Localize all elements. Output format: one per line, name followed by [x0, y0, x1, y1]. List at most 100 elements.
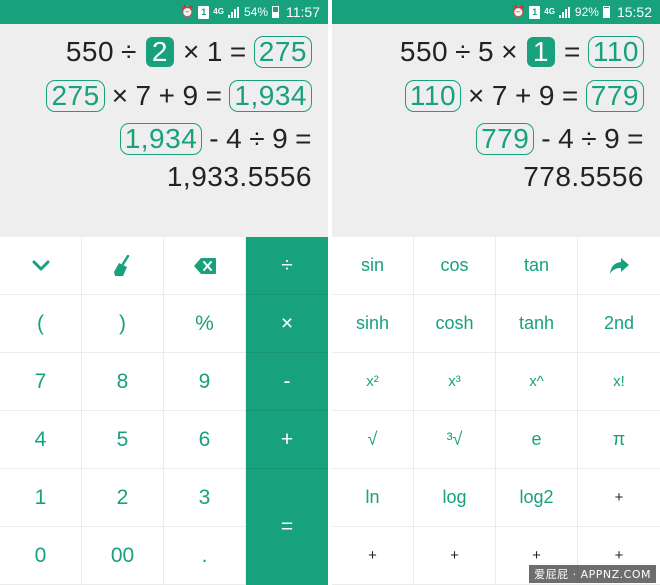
operator: ×	[182, 36, 200, 67]
cube-root-key[interactable]: ³√	[414, 411, 496, 469]
double-zero-key[interactable]: 00	[82, 527, 164, 585]
alarm-icon: ⏰	[511, 5, 526, 18]
digit-1-key[interactable]: 1	[0, 469, 82, 527]
power-key[interactable]: x^	[496, 353, 578, 411]
operand: 5	[477, 36, 495, 67]
share-arrow-icon	[610, 257, 629, 274]
equals-sign: =	[564, 36, 581, 67]
operator: ÷	[249, 123, 266, 154]
operator: ×	[111, 80, 129, 111]
clock: 15:52	[616, 4, 652, 20]
decimal-key[interactable]: .	[164, 527, 246, 585]
sim-icon: 1	[198, 5, 210, 19]
digit-9-key[interactable]: 9	[164, 353, 246, 411]
scientific-keypad: sin cos tan sinh cosh tanh 2nd x² x³ x^ …	[332, 237, 660, 585]
operand: 550	[65, 36, 115, 67]
operand: 7	[491, 80, 508, 111]
current-result: 1,933.5556	[166, 161, 312, 192]
operand: 4	[558, 123, 575, 154]
result-line: 778.5556	[523, 161, 644, 193]
operator: +	[514, 80, 532, 111]
square-key[interactable]: x²	[332, 353, 414, 411]
operand: 9	[272, 123, 289, 154]
log-key[interactable]: log	[414, 469, 496, 527]
collapse-key[interactable]	[0, 237, 82, 295]
operator: -	[209, 123, 220, 154]
expression-line-1: 550 ÷ 5 × 1 = 110	[400, 36, 644, 68]
expression-display: 550 ÷ 5 × 1 = 110 110 × 7 + 9 = 779 779 …	[332, 24, 660, 237]
operand: 550	[399, 36, 449, 67]
status-bar: ⏰ 1 4G 92% 15:52	[332, 0, 660, 24]
tan-key[interactable]: tan	[496, 237, 578, 295]
add-custom-key[interactable]: +	[578, 469, 660, 527]
network-type-label: 4G	[213, 7, 224, 16]
digit-0-key[interactable]: 0	[0, 527, 82, 585]
expression-line-2: 110 × 7 + 9 = 779	[404, 80, 644, 112]
operator: ÷	[121, 36, 137, 67]
expression-display: 550 ÷ 2 × 1 = 275 275 × 7 + 9 = 1,934 1,…	[0, 24, 328, 237]
operand: 9	[538, 80, 555, 111]
add-custom-key[interactable]: +	[332, 527, 414, 585]
tanh-key[interactable]: tanh	[496, 295, 578, 353]
chevron-down-icon	[32, 260, 49, 270]
divide-key[interactable]: ÷	[246, 237, 328, 295]
calculator-basic-panel: ⏰ 1 4G 54% 11:57 550 ÷ 2 × 1 = 275 275 ×…	[0, 0, 328, 585]
sin-key[interactable]: sin	[332, 237, 414, 295]
cos-key[interactable]: cos	[414, 237, 496, 295]
square-root-key[interactable]: √	[332, 411, 414, 469]
pi-key[interactable]: π	[578, 411, 660, 469]
result-token[interactable]: 1,934	[229, 80, 312, 112]
digit-2-key[interactable]: 2	[82, 469, 164, 527]
log2-key[interactable]: log2	[496, 469, 578, 527]
backspace-key[interactable]	[164, 237, 246, 295]
cosh-key[interactable]: cosh	[414, 295, 496, 353]
alarm-icon: ⏰	[180, 5, 195, 18]
digit-7-key[interactable]: 7	[0, 353, 82, 411]
result-token[interactable]: 779	[476, 123, 535, 155]
operand: 1	[206, 36, 223, 67]
plus-key[interactable]: +	[246, 411, 328, 469]
backspace-icon	[193, 257, 216, 274]
second-function-key[interactable]: 2nd	[578, 295, 660, 353]
sinh-key[interactable]: sinh	[332, 295, 414, 353]
calculator-scientific-panel: ⏰ 1 4G 92% 15:52 550 ÷ 5 × 1 = 110 110 ×…	[332, 0, 660, 585]
factorial-key[interactable]: x!	[578, 353, 660, 411]
result-token[interactable]: 1,934	[119, 123, 203, 155]
add-custom-key[interactable]: +	[414, 527, 496, 585]
minus-key[interactable]: -	[246, 353, 328, 411]
clock: 11:57	[286, 4, 320, 20]
ln-key[interactable]: ln	[332, 469, 414, 527]
operand: 4	[226, 123, 243, 154]
result-token[interactable]: 779	[585, 80, 644, 112]
digit-5-key[interactable]: 5	[82, 411, 164, 469]
expression-line-1: 550 ÷ 2 × 1 = 275	[66, 36, 312, 68]
battery-percent: 54%	[243, 5, 268, 19]
result-token[interactable]: 275	[46, 80, 105, 112]
selected-operand[interactable]: 2	[145, 37, 174, 67]
digit-6-key[interactable]: 6	[164, 411, 246, 469]
open-paren-key[interactable]: (	[0, 295, 82, 353]
result-token[interactable]: 110	[587, 36, 644, 68]
digit-8-key[interactable]: 8	[82, 353, 164, 411]
selected-operand[interactable]: 1	[526, 37, 555, 67]
share-key[interactable]	[578, 237, 660, 295]
equals-sign: =	[561, 80, 579, 111]
cube-key[interactable]: x³	[414, 353, 496, 411]
digit-3-key[interactable]: 3	[164, 469, 246, 527]
equals-key[interactable]: =	[246, 469, 328, 585]
multiply-key[interactable]: ×	[246, 295, 328, 353]
broom-icon	[113, 254, 129, 276]
close-paren-key[interactable]: )	[82, 295, 164, 353]
equals-sign: =	[295, 123, 312, 154]
operator: -	[541, 123, 552, 154]
result-token[interactable]: 275	[253, 36, 312, 68]
result-token[interactable]: 110	[404, 80, 462, 112]
euler-key[interactable]: e	[496, 411, 578, 469]
percent-key[interactable]: %	[164, 295, 246, 353]
current-result: 778.5556	[523, 161, 644, 192]
signal-icon	[558, 6, 571, 18]
basic-keypad: ÷ ( ) % × 7 8 9 - 4 5 6 + 1 2 3 0 00 . =	[0, 237, 328, 585]
digit-4-key[interactable]: 4	[0, 411, 82, 469]
battery-percent: 92%	[574, 5, 599, 19]
clear-key[interactable]	[82, 237, 164, 295]
